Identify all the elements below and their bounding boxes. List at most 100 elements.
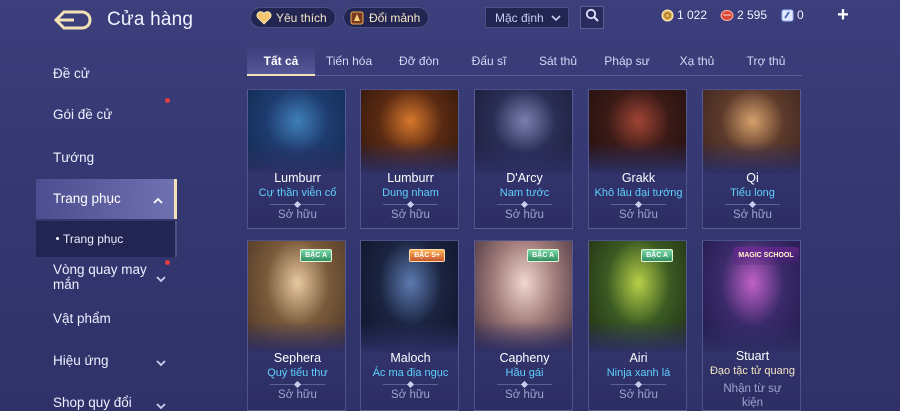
event-status: Nhận từ sự kiện: [723, 383, 782, 409]
skin-name: Hầu gái: [505, 367, 544, 379]
tier-badge: BẬC A: [641, 249, 673, 262]
skin-card[interactable]: BẬC S+ Maloch Ác ma địa ngục Sở hữu: [360, 240, 459, 411]
hero-name: Maloch: [390, 351, 431, 365]
skin-name: Ninja xanh lá: [606, 367, 671, 379]
divider: [497, 384, 552, 385]
sidebar-subitem-skins-label: Trang phục: [63, 232, 124, 246]
skin-card[interactable]: Lumburr Dung nham Sở hữu: [360, 89, 459, 229]
skin-card[interactable]: BẬC A Capheny Hầu gái Sở hữu: [474, 240, 573, 411]
tab-tank[interactable]: Đỡ đòn: [389, 54, 449, 68]
tab-evolving[interactable]: Tiến hóa: [319, 54, 379, 68]
search-icon: [585, 8, 599, 27]
event-logo: MAGIC SCHOOL: [733, 247, 799, 265]
top-bar: Cửa hàng Yêu thích Đổi mảnh Mặc định 1 0…: [0, 0, 900, 40]
notification-dot: [165, 260, 170, 265]
exchange-shards-button[interactable]: Đổi mảnh: [343, 7, 430, 28]
tier-badge: BẬC S+: [409, 249, 445, 262]
chevron-down-icon: [155, 398, 167, 411]
heart-icon: [255, 10, 273, 26]
chevron-up-icon: [152, 193, 164, 211]
divider: [611, 204, 666, 205]
divider: [725, 204, 780, 205]
chevron-down-icon: [550, 12, 562, 27]
chevron-down-icon: [155, 355, 167, 373]
skin-name: Ác ma địa ngục: [372, 367, 449, 379]
tab-all[interactable]: Tất cả: [247, 46, 315, 76]
owned-status: Sở hữu: [391, 389, 430, 401]
owned-status: Sở hữu: [391, 209, 430, 221]
owned-status: Sở hữu: [619, 389, 658, 401]
voucher-amount: 0: [797, 8, 804, 22]
sidebar-item-lucky-spin[interactable]: Vòng quay may mắn: [53, 262, 161, 292]
tab-marksman[interactable]: Xạ thủ: [667, 54, 727, 68]
sidebar-item-recommended-bundles[interactable]: Gói đề cử: [53, 107, 112, 122]
page-title: Cửa hàng: [107, 9, 194, 30]
sidebar-item-recommended[interactable]: Đề cử: [53, 66, 90, 81]
favorites-button[interactable]: Yêu thích: [250, 7, 336, 28]
skin-name: Dung nham: [382, 187, 439, 199]
sort-value: Mặc định: [495, 10, 544, 25]
divider: [497, 204, 552, 205]
notification-dot: [165, 98, 170, 103]
skin-card[interactable]: MAGIC SCHOOL Stuart Đạo tặc tử quang Nhậ…: [702, 240, 801, 411]
skin-card[interactable]: Qi Tiểu long Sở hữu: [702, 89, 801, 229]
hero-name: Stuart: [735, 349, 770, 363]
tab-assassin[interactable]: Sát thủ: [528, 54, 588, 68]
owned-status: Sở hữu: [505, 389, 544, 401]
tab-fighter[interactable]: Đấu sĩ: [459, 54, 519, 68]
tab-all-label: Tất cả: [263, 54, 299, 68]
favorites-label: Yêu thích: [276, 10, 327, 25]
gold-amount: 1 022: [677, 8, 708, 22]
hero-name: Sephera: [273, 351, 322, 365]
skin-card[interactable]: Grakk Khô lâu đại tướng Sở hữu: [588, 89, 687, 229]
divider: [270, 204, 325, 205]
red-gem-amount: 2 595: [737, 8, 768, 22]
sort-dropdown[interactable]: Mặc định: [485, 7, 569, 28]
owned-status: Sở hữu: [505, 209, 544, 221]
tier-badge: BẬC A: [527, 249, 559, 262]
tab-support[interactable]: Trợ thủ: [736, 54, 796, 68]
hero-name: Lumburr: [387, 171, 434, 185]
gold-currency: 1 022: [661, 8, 707, 22]
shard-icon: [348, 10, 366, 26]
sidebar-item-items[interactable]: Vật phẩm: [53, 311, 111, 326]
red-gem-currency: 2 595: [720, 8, 767, 22]
skin-card[interactable]: D'Arcy Nam tước Sở hữu: [474, 89, 573, 229]
hero-name: Grakk: [621, 171, 656, 185]
add-currency-button[interactable]: +: [835, 5, 851, 25]
skin-name: Khô lâu đại tướng: [594, 187, 683, 199]
skin-name: Cự thần viễn cổ: [258, 187, 337, 199]
skin-name: Đạo tặc tử quang: [709, 365, 796, 377]
search-button[interactable]: [580, 6, 604, 29]
sidebar-item-exchange-shop[interactable]: Shop quy đổi: [53, 395, 132, 410]
owned-status: Sở hữu: [619, 209, 658, 221]
exchange-label: Đổi mảnh: [369, 10, 421, 25]
sidebar-item-heroes[interactable]: Tướng: [53, 150, 94, 165]
hero-name: Airi: [629, 351, 648, 365]
sidebar-subitem-skins[interactable]: Trang phục: [36, 221, 177, 257]
divider: [383, 204, 438, 205]
skin-card[interactable]: Lumburr Cự thần viễn cổ Sở hữu: [247, 89, 346, 229]
red-gem-icon: [720, 9, 734, 22]
chevron-down-icon: [155, 271, 167, 289]
owned-status: Sở hữu: [733, 209, 772, 221]
skin-card[interactable]: BẬC A Airi Ninja xanh lá Sở hữu: [588, 240, 687, 411]
category-tabs: Tất cả Tiến hóa Đỡ đòn Đấu sĩ Sát thủ Ph…: [247, 46, 802, 76]
back-arrow-icon[interactable]: [53, 9, 92, 31]
sidebar-item-skins-label: Trang phục: [53, 191, 121, 206]
divider: [270, 384, 325, 385]
skin-name: Tiểu long: [730, 187, 775, 199]
skin-name: Nam tước: [499, 187, 550, 199]
tab-mage[interactable]: Pháp sư: [597, 54, 657, 68]
hero-name: Capheny: [499, 351, 550, 365]
voucher-currency: 0: [781, 8, 804, 22]
sidebar-item-effects[interactable]: Hiệu ứng: [53, 353, 109, 368]
divider: [611, 384, 666, 385]
hero-name: Lumburr: [274, 171, 321, 185]
hero-name: Qi: [746, 171, 759, 185]
sidebar-item-skins[interactable]: Trang phục: [36, 179, 177, 219]
skin-card[interactable]: BẬC A Sephera Quý tiểu thư Sở hữu: [247, 240, 346, 411]
tier-badge: BẬC A: [300, 249, 332, 262]
divider: [383, 384, 438, 385]
voucher-icon: [781, 9, 794, 22]
